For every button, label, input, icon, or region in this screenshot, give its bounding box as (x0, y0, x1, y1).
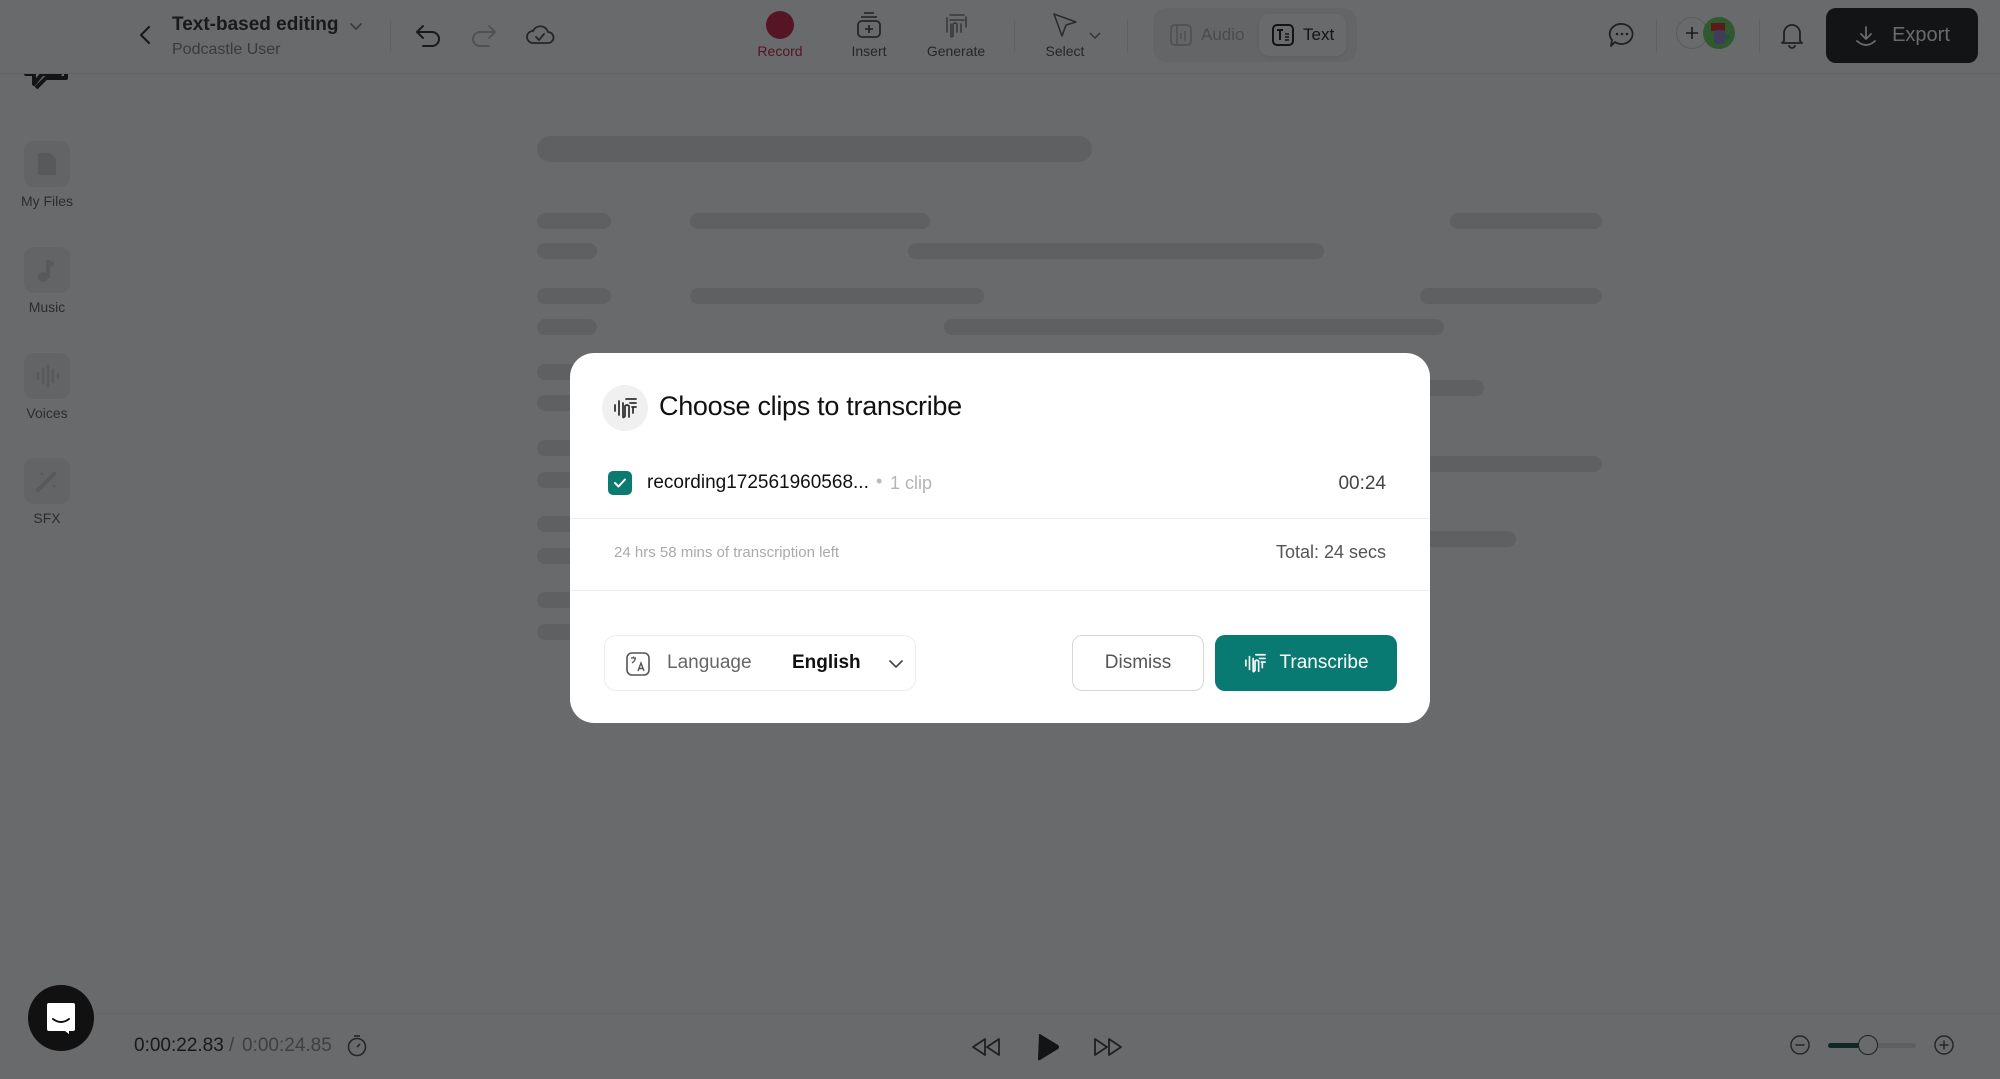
dialog-title: Choose clips to transcribe (659, 391, 962, 421)
clip-name: recording172561960568... (647, 472, 869, 493)
chevron-down-icon (889, 660, 903, 669)
clip-checkbox[interactable] (608, 471, 632, 495)
transcribe-icon (1245, 653, 1267, 673)
transcription-summary: 24 hrs 58 mins of transcription left Tot… (570, 519, 1430, 591)
checkmark-icon (614, 478, 626, 488)
total-duration: Total: 24 secs (1275, 542, 1386, 562)
transcribe-dialog: Choose clips to transcribe recording1725… (570, 353, 1430, 723)
transcribe-label: Transcribe (1279, 652, 1369, 673)
language-select[interactable]: Language English (604, 635, 916, 691)
support-chat-button[interactable] (28, 985, 94, 1051)
transcribe-button[interactable]: Transcribe (1215, 635, 1397, 691)
chat-icon (47, 1003, 75, 1034)
translate-icon (626, 652, 650, 676)
dismiss-button[interactable]: Dismiss (1072, 635, 1204, 691)
clip-bullet: • (876, 471, 883, 491)
clip-duration: 00:24 (1338, 473, 1386, 494)
transcription-quota: 24 hrs 58 mins of transcription left (614, 544, 840, 561)
language-label: Language (667, 652, 752, 673)
language-value: English (792, 652, 861, 673)
clip-count: 1 clip (890, 473, 933, 493)
transcribe-icon (602, 385, 648, 431)
clip-list-item[interactable]: recording172561960568... • 1 clip 00:24 (570, 463, 1430, 519)
